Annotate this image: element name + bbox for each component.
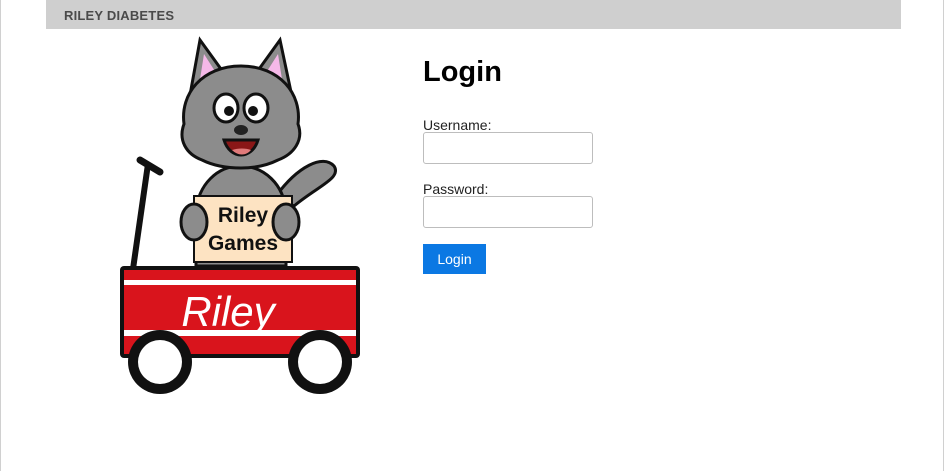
wagon-wheel-right: [288, 330, 352, 394]
login-button[interactable]: Login: [423, 244, 486, 274]
username-label: Username:: [423, 117, 492, 133]
brand-title[interactable]: RILEY DIABETES: [64, 8, 174, 23]
username-input[interactable]: [423, 132, 593, 164]
riley-games-logo: Riley Games Riley: [120, 36, 360, 394]
cat-head: [180, 36, 302, 170]
navbar: RILEY DIABETES: [46, 0, 901, 29]
wagon-wheel-left: [128, 330, 192, 394]
wagon-handle: [129, 156, 164, 277]
sign-line-1: Riley: [218, 204, 269, 227]
password-label: Password:: [423, 181, 489, 197]
wagon-text: Riley: [181, 288, 277, 335]
login-title: Login: [423, 56, 502, 88]
sign-line-2: Games: [208, 232, 278, 255]
password-input[interactable]: [423, 196, 593, 228]
riley-games-sign: Riley Games: [179, 195, 301, 263]
